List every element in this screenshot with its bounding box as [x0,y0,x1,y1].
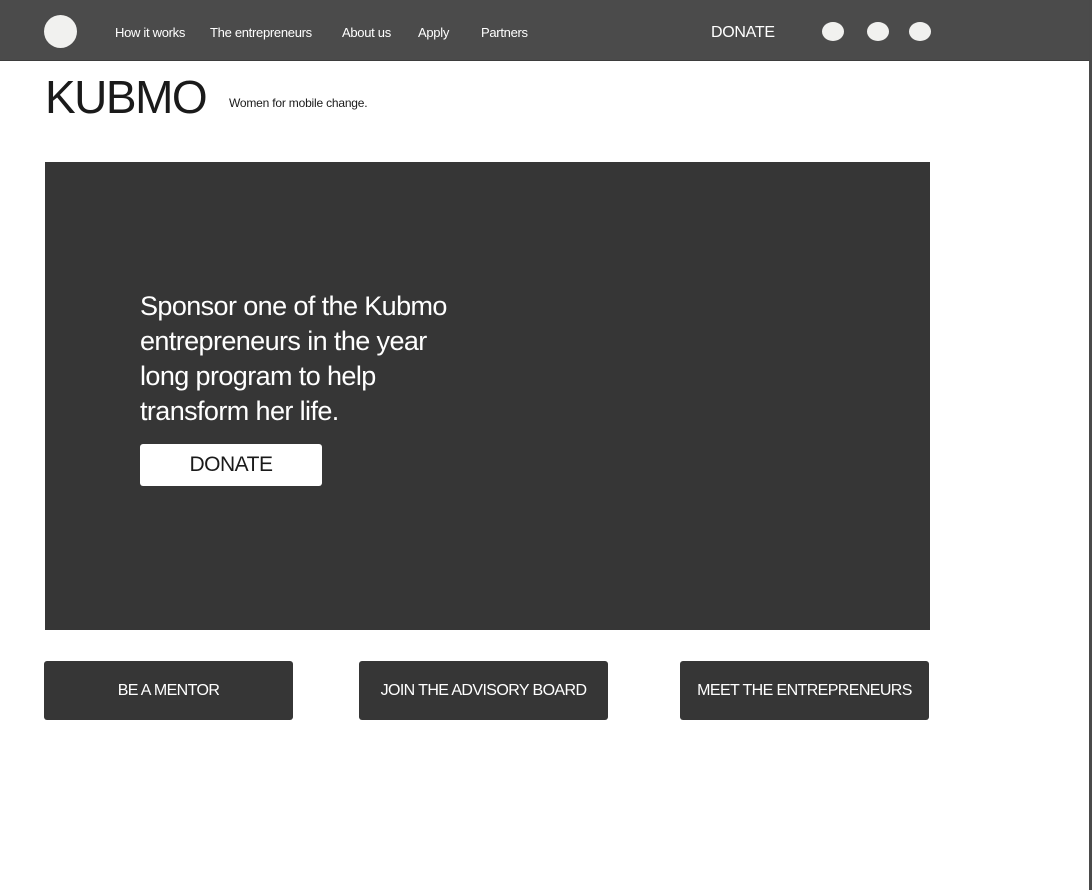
nav-how-it-works[interactable]: How it works [115,25,185,40]
page: How it works The entrepreneurs About us … [0,0,1092,890]
be-a-mentor-button[interactable]: BE A MENTOR [44,661,293,720]
hero-donate-button[interactable]: DONATE [140,444,322,486]
nav-about-us[interactable]: About us [342,25,391,40]
nav-partners[interactable]: Partners [481,25,528,40]
nav-the-entrepreneurs[interactable]: The entrepreneurs [210,25,312,40]
social-icon[interactable] [822,22,844,41]
meet-entrepreneurs-button[interactable]: MEET THE ENTREPRENEURS [680,661,929,720]
hero-text: Sponsor one of the Kubmo entrepreneurs i… [140,291,447,426]
logo-icon[interactable] [44,15,77,48]
join-advisory-board-button[interactable]: JOIN THE ADVISORY BOARD [359,661,608,720]
hero-banner: Sponsor one of the Kubmo entrepreneurs i… [45,162,930,630]
top-navigation-bar: How it works The entrepreneurs About us … [0,0,1092,61]
brand-title: KUBMO [45,71,208,123]
nav-donate-link[interactable]: DONATE [711,24,775,42]
brand-tagline: Women for mobile change. [229,96,368,110]
social-icon[interactable] [867,22,889,41]
social-icon[interactable] [909,22,931,41]
nav-apply[interactable]: Apply [418,25,449,40]
